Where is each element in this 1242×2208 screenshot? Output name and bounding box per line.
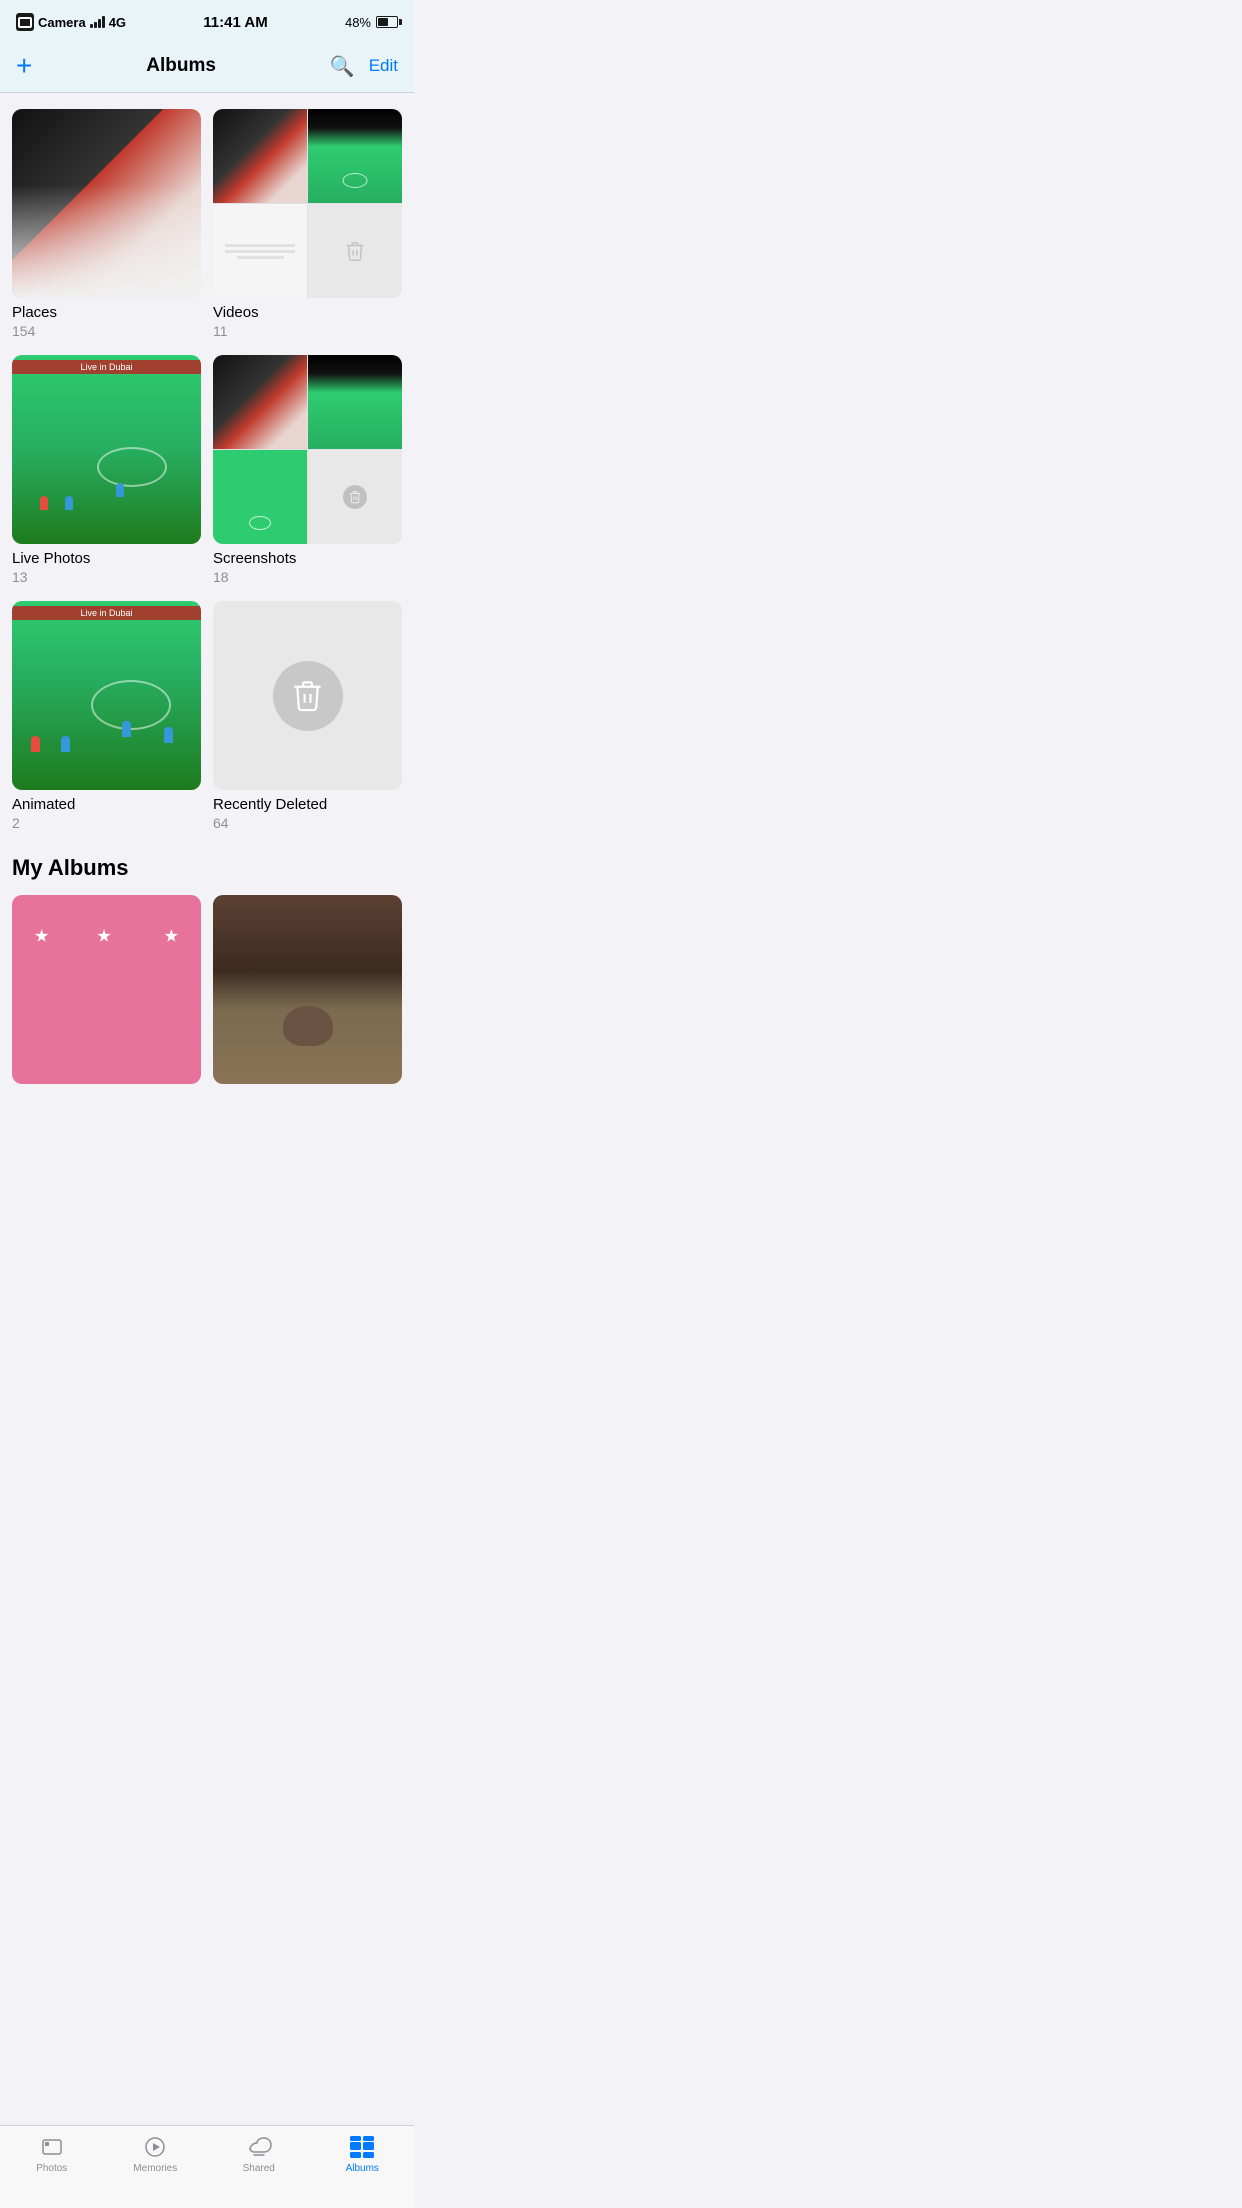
album-name-recently-deleted: Recently Deleted (213, 796, 402, 813)
battery-percent: 48% (345, 15, 371, 30)
screenshots-mini-grid (213, 355, 402, 544)
album-thumbnail-recently-deleted (213, 601, 402, 790)
memories-tab-label: Memories (133, 2163, 177, 2174)
my-album-item-1[interactable] (12, 895, 201, 1084)
confetti-1 (35, 929, 49, 943)
battery-icon (376, 16, 398, 28)
videos-cell-1 (213, 109, 307, 203)
status-bar: Camera 4G 11:41 AM 48% (0, 0, 414, 44)
album-count-screenshots: 18 (213, 569, 402, 585)
signal-bar-3 (98, 19, 101, 28)
signal-bars (90, 16, 105, 28)
my-album-thumb-1 (12, 895, 201, 1084)
tab-albums[interactable]: Albums (311, 2134, 415, 2174)
cat-album-image (213, 895, 402, 1084)
videos-cell-2 (308, 109, 402, 203)
album-thumbnail-live-photos: Live in Dubai (12, 355, 201, 544)
album-name-places: Places (12, 304, 201, 321)
status-time: 11:41 AM (203, 14, 267, 31)
screenshots-cell-1 (213, 355, 307, 449)
album-item-animated[interactable]: Live in Dubai Animated 2 (12, 601, 201, 831)
places-image (12, 109, 201, 298)
album-thumbnail-videos (213, 109, 402, 298)
videos-cell-4 (308, 204, 402, 298)
my-albums-grid (12, 895, 402, 1084)
screenshots-cell-4 (308, 450, 402, 544)
status-left: Camera 4G (16, 13, 126, 31)
my-album-thumb-2 (213, 895, 402, 1084)
trash-icon (290, 678, 325, 713)
pink-album-image (12, 895, 201, 1084)
banner: Live in Dubai (12, 360, 201, 374)
videos-mini-grid (213, 109, 402, 298)
album-item-places[interactable]: Places 154 (12, 109, 201, 339)
tab-shared[interactable]: Shared (207, 2134, 311, 2174)
album-item-live-photos[interactable]: Live in Dubai Live Photos 13 (12, 355, 201, 585)
animated-banner: Live in Dubai (12, 606, 201, 620)
confetti-2 (97, 929, 111, 943)
photos-tab-label: Photos (36, 2163, 67, 2174)
albums-tab-label: Albums (346, 2163, 379, 2174)
camera-app-icon (16, 13, 34, 31)
album-thumbnail-screenshots (213, 355, 402, 544)
album-thumbnail-animated: Live in Dubai (12, 601, 201, 790)
trash-circle (273, 661, 343, 731)
photos-tab-icon (39, 2134, 65, 2160)
album-name-screenshots: Screenshots (213, 550, 402, 567)
status-right: 48% (345, 15, 398, 30)
network-type-label: 4G (109, 15, 126, 30)
albums-tab-icon (349, 2134, 375, 2160)
edit-button[interactable]: Edit (369, 56, 398, 76)
memories-tab-icon (142, 2134, 168, 2160)
shared-tab-label: Shared (243, 2163, 275, 2174)
album-thumbnail-places (12, 109, 201, 298)
album-name-videos: Videos (213, 304, 402, 321)
main-content: Places 154 (0, 93, 414, 1100)
my-albums-header: My Albums (12, 855, 402, 881)
carrier-label: Camera (38, 15, 86, 30)
album-name-animated: Animated (12, 796, 201, 813)
signal-bar-4 (102, 16, 105, 28)
videos-cell-3 (213, 204, 307, 298)
search-icon[interactable]: 🔍 (330, 54, 355, 79)
album-grid: Places 154 (12, 109, 402, 831)
navigation-bar: + Albums 🔍 Edit (0, 44, 414, 93)
album-name-live-photos: Live Photos (12, 550, 201, 567)
screenshots-cell-3 (213, 450, 307, 544)
signal-bar-1 (90, 24, 93, 28)
shared-tab-icon (246, 2134, 272, 2160)
screenshots-cell-2 (308, 355, 402, 449)
add-album-button[interactable]: + (16, 52, 32, 80)
album-count-recently-deleted: 64 (213, 815, 402, 831)
album-item-videos[interactable]: Videos 11 (213, 109, 402, 339)
signal-bar-2 (94, 22, 97, 28)
tab-bar: Photos Memories Shared (0, 2125, 414, 2208)
album-count-animated: 2 (12, 815, 201, 831)
my-album-item-2[interactable] (213, 895, 402, 1084)
cat-head (283, 1006, 333, 1046)
album-count-live-photos: 13 (12, 569, 201, 585)
tab-photos[interactable]: Photos (0, 2134, 104, 2174)
album-item-recently-deleted[interactable]: Recently Deleted 64 (213, 601, 402, 831)
page-title: Albums (146, 55, 216, 77)
nav-actions: 🔍 Edit (330, 54, 398, 79)
album-item-screenshots[interactable]: Screenshots 18 (213, 355, 402, 585)
confetti-3 (164, 929, 178, 943)
album-count-videos: 11 (213, 323, 402, 339)
album-count-places: 154 (12, 323, 201, 339)
tab-memories[interactable]: Memories (104, 2134, 208, 2174)
